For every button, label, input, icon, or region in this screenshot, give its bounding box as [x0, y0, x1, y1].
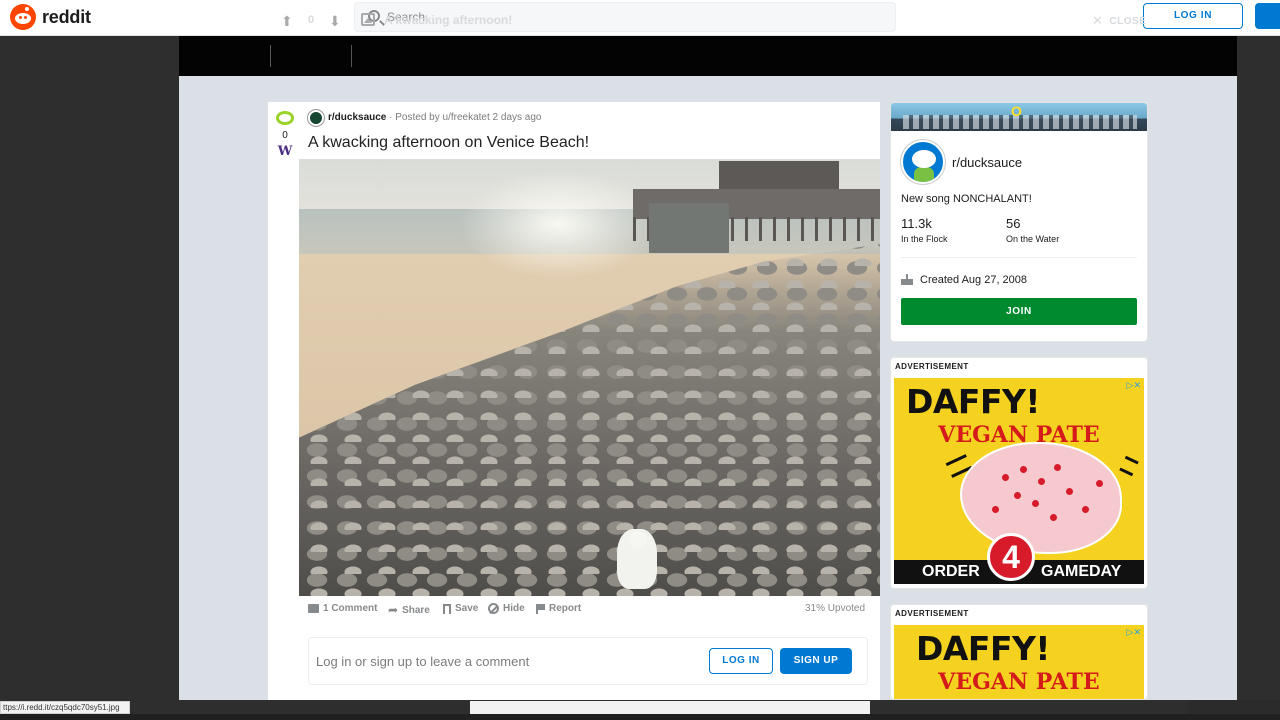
online-label: On the Water: [1006, 234, 1060, 244]
community-name[interactable]: r/ducksauce: [952, 155, 1022, 170]
comment-prompt: Log in or sign up to leave a comment: [316, 654, 530, 669]
taskbar-strip: [0, 714, 1280, 720]
post-image[interactable]: [299, 159, 880, 596]
online-count: 56: [1006, 216, 1021, 231]
downvote-arrow-icon[interactable]: ⬇: [329, 13, 341, 30]
bookmark-icon: [443, 603, 451, 614]
ad-pate-image: [960, 442, 1122, 554]
ad-banner[interactable]: ▷✕ DAFFY! VEGAN PATE: [894, 625, 1144, 699]
posted-by[interactable]: Posted by u/freekatet 2 days ago: [395, 112, 541, 123]
reddit-logo[interactable]: reddit: [10, 4, 91, 30]
ad-gameday-text: GAMEDAY: [1041, 563, 1122, 580]
close-button[interactable]: ✕ CLOSE: [1092, 13, 1146, 29]
adchoices-icon[interactable]: ▷✕: [1127, 627, 1141, 638]
ad-order-text: ORDER: [922, 563, 980, 580]
subreddit-avatar[interactable]: [308, 110, 324, 126]
upvote-arrow-icon[interactable]: ⬆: [281, 13, 293, 30]
overlay-post-title: A kwacking afternoon!: [384, 13, 513, 27]
share-button[interactable]: ➦ Share: [388, 603, 430, 617]
close-icon: ✕: [1092, 13, 1104, 28]
share-icon: ➦: [388, 603, 399, 617]
signup-button[interactable]: [1255, 3, 1280, 29]
downvote-flair-icon[interactable]: W: [276, 144, 294, 159]
horizontal-scrollbar[interactable]: [470, 701, 870, 714]
created-date: Created Aug 27, 2008: [920, 274, 1028, 286]
community-description: New song NONCHALANT!: [901, 193, 1032, 205]
members-count: 11.3k: [901, 216, 932, 231]
ad-label: ADVERTISEMENT: [895, 609, 969, 618]
hide-icon: [488, 603, 499, 614]
community-avatar[interactable]: [901, 140, 945, 184]
top-header: reddit LOG IN: [0, 0, 1280, 36]
logo-text: reddit: [42, 6, 91, 27]
snoo-icon: [10, 4, 36, 30]
ad-banner[interactable]: ▷✕ DAFFY! VEGAN PATE ORDER GAMEDAY 4: [894, 378, 1144, 584]
community-card: O r/ducksauce New song NONCHALANT! 11.3k…: [890, 102, 1148, 342]
post-title[interactable]: A kwacking afternoon on Venice Beach!: [308, 134, 589, 152]
cake-icon: [901, 274, 913, 285]
post-actions: 1 Comment ➦ Share Save Hide Report 31% U…: [308, 603, 868, 619]
login-button[interactable]: LOG IN: [1143, 3, 1243, 29]
overlay-score: 0: [307, 14, 315, 26]
upvote-ratio: 31% Upvoted: [805, 603, 866, 614]
advertisement-1: ADVERTISEMENT ▷✕ DAFFY! VEGAN PATE ORDER…: [890, 357, 1148, 589]
flag-icon: [536, 603, 545, 614]
members-label: In the Flock: [901, 234, 948, 244]
comment-signup-button[interactable]: SIGN UP: [780, 648, 852, 674]
status-bar-url: ttps://i.redd.it/czq5qdc70sy51.jpg: [0, 701, 130, 714]
subreddit-link[interactable]: r/ducksauce: [328, 112, 386, 123]
hide-button[interactable]: Hide: [488, 603, 525, 614]
join-button[interactable]: JOIN: [901, 298, 1137, 325]
comment-login-button[interactable]: LOG IN: [709, 648, 773, 674]
upvote-flair-icon[interactable]: [276, 111, 294, 125]
image-post-icon: [361, 13, 375, 26]
adchoices-icon[interactable]: ▷✕: [1127, 380, 1141, 391]
comment-login-box: Log in or sign up to leave a comment LOG…: [308, 637, 868, 685]
ad-headline: DAFFY!: [906, 382, 1040, 421]
ad-channel-number: 4: [987, 533, 1035, 581]
close-label: CLOSE: [1109, 15, 1147, 27]
report-button[interactable]: Report: [536, 603, 581, 614]
post-overlay-bar: [179, 36, 1237, 76]
comment-icon: [308, 604, 319, 613]
banner-logo: O: [1011, 103, 1022, 119]
ad-subhead: VEGAN PATE: [938, 669, 1100, 695]
ad-headline: DAFFY!: [916, 629, 1050, 668]
save-button[interactable]: Save: [443, 603, 478, 614]
community-banner: O: [891, 103, 1147, 131]
post-meta: r/ducksauce · Posted by u/freekatet 2 da…: [328, 112, 542, 123]
divider: [901, 257, 1137, 258]
ad-label: ADVERTISEMENT: [895, 362, 969, 371]
advertisement-2: ADVERTISEMENT ▷✕ DAFFY! VEGAN PATE: [890, 604, 1148, 700]
vote-score: 0: [282, 130, 288, 141]
comments-button[interactable]: 1 Comment: [308, 603, 377, 614]
